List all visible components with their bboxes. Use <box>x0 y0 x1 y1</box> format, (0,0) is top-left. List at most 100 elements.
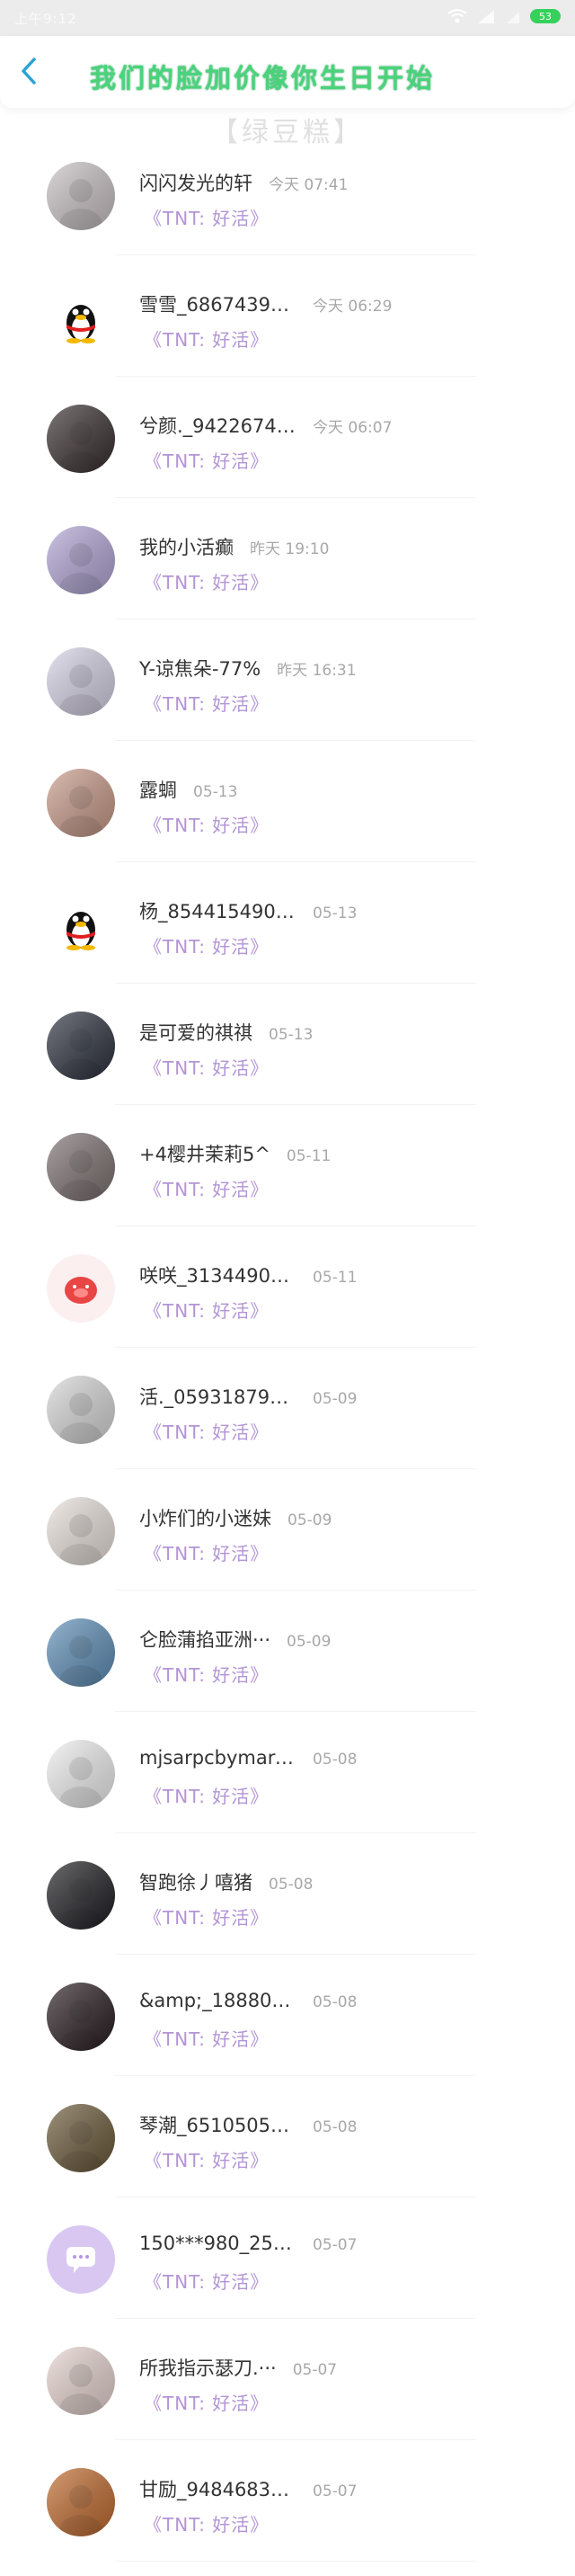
avatar[interactable] <box>47 162 115 230</box>
avatar[interactable] <box>47 1012 115 1080</box>
conversation-item[interactable]: 闪闪发光的轩 今天 07:41 《TNT: 好活》 <box>0 148 575 270</box>
photo-icon <box>47 2104 115 2172</box>
conversation-item[interactable]: 露蜩 05-13 《TNT: 好活》 <box>0 755 575 877</box>
chevron-left-icon[interactable] <box>16 56 43 86</box>
header-bar: 我们的脸加价像你生日开始 <box>0 36 575 108</box>
divider <box>115 1468 476 1469</box>
message-time: 05-07 <box>313 2482 358 2500</box>
contact-name: 露蜩 <box>139 780 177 801</box>
conversation-item[interactable]: 仑脸蒲掐亚洲··· 05-09 《TNT: 好活》 <box>0 1605 575 1726</box>
avatar[interactable] <box>47 405 115 473</box>
avatar[interactable] <box>47 2347 115 2415</box>
conversation-list: 闪闪发光的轩 今天 07:41 《TNT: 好活》 雪雪_686743908··· 今天… <box>0 148 575 2576</box>
conversation-item[interactable]: 我的小活癫 昨天 19:10 《TNT: 好活》 <box>0 513 575 634</box>
conversation-item[interactable]: 150***980_2566··· 05-07 《TNT: 好活》 <box>0 2212 575 2333</box>
avatar[interactable] <box>47 1740 115 1808</box>
page-title: 我们的脸加价像你生日开始 <box>90 63 436 94</box>
message-time: 05-13 <box>269 1026 314 1044</box>
message-preview: 《TNT: 好活》 <box>144 2393 270 2414</box>
message-preview: 《TNT: 好活》 <box>144 1907 270 1929</box>
qq-penguin-icon <box>47 283 115 352</box>
photo-icon <box>47 1376 115 1444</box>
avatar[interactable] <box>47 1861 115 1930</box>
photo-icon <box>47 2347 115 2415</box>
name-line: 小炸们的小迷妹 05-09 <box>139 1504 332 1531</box>
conversation-item[interactable]: 小炸们的小迷妹 05-09 《TNT: 好活》 <box>0 1484 575 1605</box>
avatar[interactable] <box>47 647 115 716</box>
signal-icon-2 <box>507 12 519 23</box>
conversation-item[interactable]: 兮颜._94226745··· 今天 06:07 《TNT: 好活》 <box>0 391 575 513</box>
conversation-item[interactable]: 琴潮_651050507··· 05-08 《TNT: 好活》 <box>0 2090 575 2212</box>
name-line: mjsarpcbymarcj··· 05-08 <box>139 1747 357 1769</box>
message-time: 05-08 <box>313 1751 358 1769</box>
contact-name: 小炸们的小迷妹 <box>139 1508 271 1529</box>
message-time: 今天 06:29 <box>313 298 393 316</box>
message-preview: 《TNT: 好活》 <box>144 1057 270 1079</box>
conversation-item[interactable]: 甘励_948468343··· 05-07 《TNT: 好活》 <box>0 2455 575 2576</box>
contact-name: 琴潮_651050507··· <box>139 2115 296 2136</box>
message-preview: 《TNT: 好活》 <box>144 2150 270 2171</box>
message-time: 昨天 19:10 <box>250 540 330 558</box>
conversation-item[interactable]: 智跑徐丿嘻猪 05-08 《TNT: 好活》 <box>0 1848 575 1969</box>
name-line: 闪闪发光的轩 今天 07:41 <box>139 169 348 196</box>
avatar[interactable] <box>47 283 115 352</box>
avatar[interactable] <box>47 1497 115 1565</box>
name-line: 150***980_2566··· 05-07 <box>139 2233 357 2254</box>
divider <box>115 376 476 377</box>
contact-name: Y-谅焦朵-77% <box>139 658 261 680</box>
chat-bubble-icon <box>47 2225 115 2294</box>
photo-icon <box>47 1012 115 1080</box>
conversation-item[interactable]: 杨_85441549001··· 05-13 《TNT: 好活》 <box>0 877 575 998</box>
avatar[interactable] <box>47 2225 115 2294</box>
divider <box>115 1590 476 1591</box>
message-time: 05-13 <box>313 905 358 923</box>
avatar[interactable] <box>47 2104 115 2172</box>
photo-icon <box>47 1740 115 1808</box>
contact-name: 闪闪发光的轩 <box>139 173 252 194</box>
conversation-item[interactable]: 咲咲_313449056··· 05-11 《TNT: 好活》 <box>0 1241 575 1362</box>
name-line: 所我指示瑟刀.··· 05-07 <box>139 2354 337 2381</box>
conversation-item[interactable]: 是可爱的祺祺 05-13 《TNT: 好活》 <box>0 998 575 1119</box>
message-time: 昨天 16:31 <box>277 662 357 680</box>
divider <box>115 861 476 862</box>
battery-level: 53 <box>539 10 552 22</box>
message-time: 05-07 <box>292 2361 338 2379</box>
conversation-item[interactable]: &amp;_18880489··· 05-08 《TNT: 好活》 <box>0 1969 575 2090</box>
divider <box>115 2075 476 2076</box>
avatar[interactable] <box>47 526 115 594</box>
divider <box>115 2561 476 2562</box>
avatar[interactable] <box>47 1618 115 1687</box>
avatar[interactable] <box>47 890 115 958</box>
photo-icon <box>47 1497 115 1565</box>
conversation-item[interactable]: 所我指示瑟刀.··· 05-07 《TNT: 好活》 <box>0 2333 575 2455</box>
name-line: 活._0593187996··· 05-09 <box>139 1383 357 1410</box>
message-time: 05-11 <box>286 1147 332 1165</box>
message-preview: 《TNT: 好活》 <box>144 693 270 715</box>
divider <box>115 983 476 984</box>
message-time: 05-13 <box>193 783 238 801</box>
conversation-item[interactable]: 活._0593187996··· 05-09 《TNT: 好活》 <box>0 1362 575 1484</box>
avatar[interactable] <box>47 769 115 837</box>
contact-name: mjsarpcbymarcj··· <box>139 1747 296 1769</box>
message-preview: 《TNT: 好活》 <box>144 1179 270 1200</box>
name-line: 咲咲_313449056··· 05-11 <box>139 1261 357 1288</box>
conversation-item[interactable]: 雪雪_686743908··· 今天 06:29 《TNT: 好活》 <box>0 270 575 391</box>
avatar[interactable] <box>47 1983 115 2051</box>
contact-name: 兮颜._94226745··· <box>139 415 296 437</box>
avatar[interactable] <box>47 1376 115 1444</box>
message-time: 今天 07:41 <box>269 176 349 194</box>
avatar[interactable] <box>47 2468 115 2536</box>
avatar[interactable] <box>47 1254 115 1323</box>
message-preview: 《TNT: 好活》 <box>144 2514 270 2536</box>
avatar[interactable] <box>47 1133 115 1201</box>
message-time: 05-08 <box>269 1876 314 1894</box>
conversation-item[interactable]: +4樱井茉莉5^ 05-11 《TNT: 好活》 <box>0 1119 575 1241</box>
message-preview: 《TNT: 好活》 <box>144 1300 270 1322</box>
photo-icon <box>47 1133 115 1201</box>
conversation-item[interactable]: mjsarpcbymarcj··· 05-08 《TNT: 好活》 <box>0 1726 575 1848</box>
photo-icon <box>47 405 115 473</box>
signal-icon <box>478 10 494 23</box>
divider <box>115 1832 476 1833</box>
conversation-item[interactable]: Y-谅焦朵-77% 昨天 16:31 《TNT: 好活》 <box>0 634 575 755</box>
message-time: 今天 06:07 <box>313 419 393 437</box>
